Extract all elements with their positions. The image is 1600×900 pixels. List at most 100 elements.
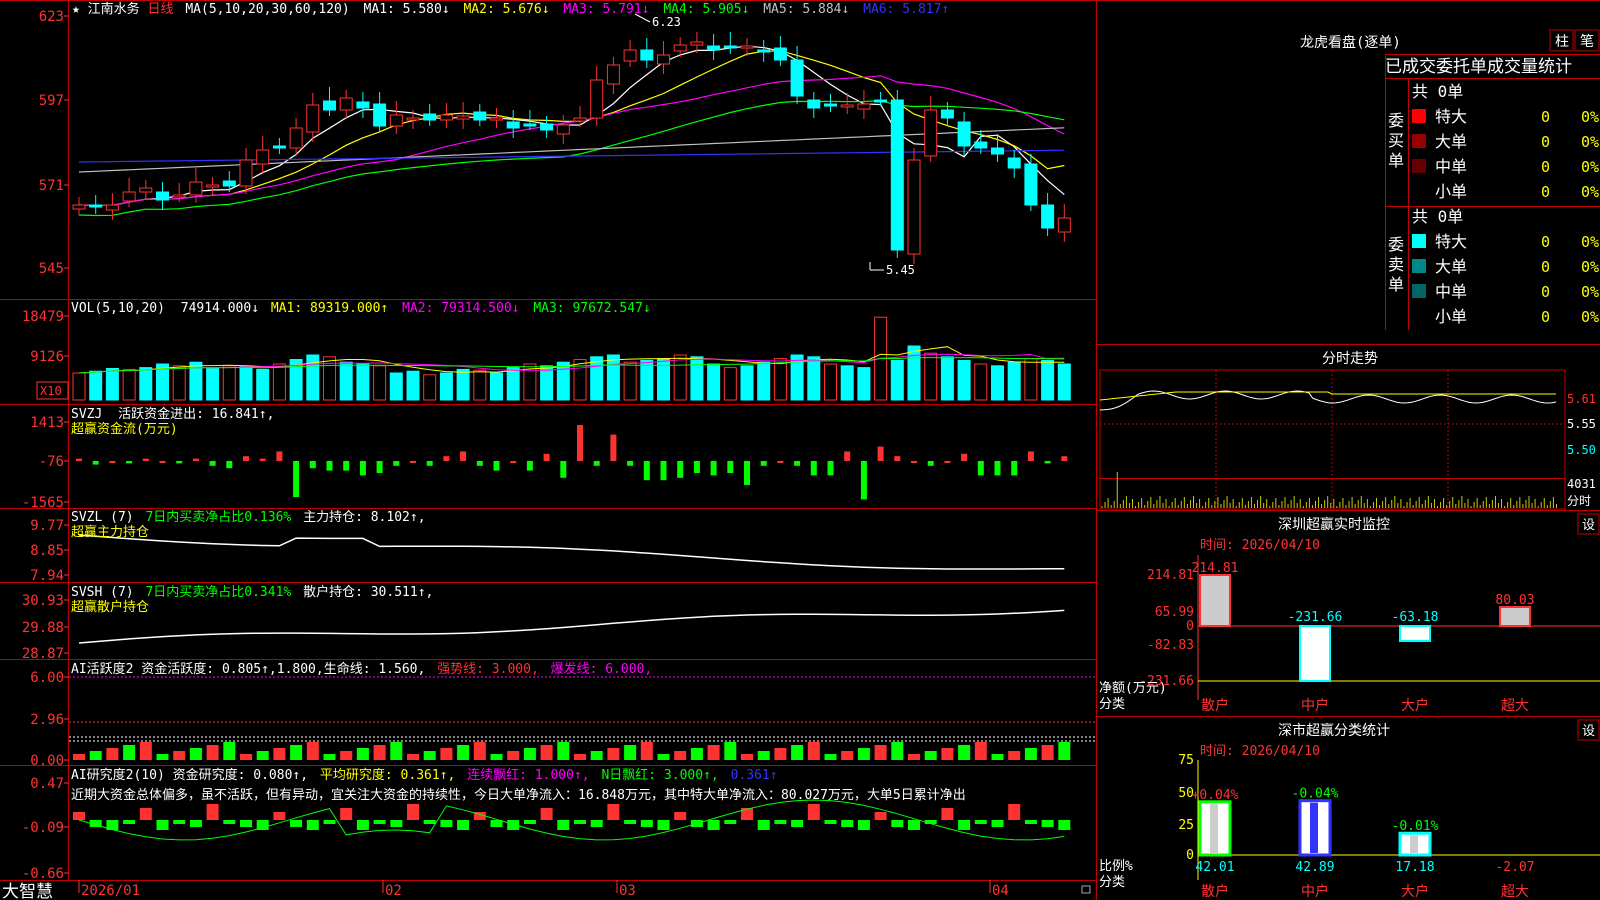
- volume-bar: [673, 354, 687, 401]
- activity-bar: [924, 751, 937, 760]
- activity-bar: [891, 742, 904, 760]
- research-bar: [223, 820, 236, 824]
- volume-bar: [356, 363, 370, 401]
- candle-body: [673, 44, 687, 52]
- svsh-panel[interactable]: [78, 609, 1065, 644]
- bar-mode-label: 柱: [1555, 34, 1569, 50]
- candle-body: [723, 45, 737, 49]
- research-bar: [991, 820, 1004, 827]
- svzj-panel[interactable]: [76, 425, 1068, 500]
- main-chart-canvas[interactable]: 623 597 571 545 ★ 江南水务 日线 MA(5,10,20,30,60,…: [0, 0, 1600, 900]
- sz-axis-label: 214.81: [1147, 568, 1194, 583]
- ai-activity-panel[interactable]: [69, 676, 1096, 760]
- ai2-label: AI研究度2(10) 资金研究度: 0.080↑,: [71, 767, 308, 783]
- svzl-axis: 9.77 8.85 7.94: [30, 518, 69, 584]
- volume-bar: [239, 366, 253, 401]
- activity-bar: [306, 742, 319, 760]
- fund-flow-bar: [326, 461, 333, 471]
- research-bar: [340, 808, 353, 820]
- activity-bar: [640, 742, 653, 760]
- research-bar: [156, 820, 169, 830]
- buy-label: 委买单: [1388, 111, 1404, 170]
- candle-body: [222, 180, 236, 187]
- fund-flow-bar: [460, 451, 467, 461]
- sz-axis-label: 净额(万元): [1099, 681, 1167, 696]
- fund-flow-bar: [577, 425, 583, 461]
- price-panel[interactable]: [72, 32, 1071, 264]
- svzl-panel[interactable]: [78, 534, 1065, 570]
- volume-panel[interactable]: [72, 316, 1071, 401]
- research-bar: [189, 820, 202, 827]
- sz-axis-label: 65.99: [1155, 605, 1194, 620]
- candles: [72, 32, 1071, 264]
- sz-bar: [1499, 605, 1531, 627]
- sell-label: 委卖单: [1388, 235, 1404, 294]
- research-bar: [657, 820, 670, 830]
- class-stats-panel[interactable]: 深市超赢分类统计 设 时间: 2026/04/10 7550250 +0.04%…: [1099, 719, 1600, 900]
- date-label: 02: [385, 883, 402, 899]
- sz-bar-category: 超大: [1501, 698, 1529, 714]
- ai1-burst: 爆发线: 6.000,: [551, 661, 653, 677]
- candle-body: [206, 184, 220, 188]
- fund-flow-bar: [844, 451, 851, 461]
- activity-bar: [958, 745, 971, 760]
- research-bar: [774, 820, 787, 824]
- volume-bar: [707, 363, 721, 401]
- fund-flow-bar: [961, 453, 968, 461]
- ma2-value: MA2: 5.676↓: [463, 2, 549, 17]
- research-bar: [273, 812, 286, 820]
- activity-bar: [791, 745, 804, 760]
- buy-row-value: 0: [1541, 158, 1550, 176]
- lock-icon[interactable]: [1081, 885, 1091, 894]
- date-label: 2026/01: [81, 883, 140, 899]
- buy-row-value: 0: [1541, 183, 1550, 201]
- axis-label: 28.87: [22, 646, 64, 662]
- ai-research-axis: 0.47 -0.09 -0.66: [22, 776, 69, 882]
- candle-body: [373, 103, 387, 127]
- buy-row-name: 大单: [1435, 132, 1467, 151]
- price-header: ★ 江南水务 日线 MA(5,10,20,30,60,120) MA1: 5.5…: [72, 1, 949, 17]
- cls-bar-inner: [1310, 802, 1318, 853]
- sz-date: 时间: 2026/04/10: [1200, 538, 1320, 553]
- cls-title: 深市超赢分类统计: [1278, 722, 1390, 739]
- fund-flow-bar: [293, 461, 300, 497]
- intraday-panel[interactable]: 分时走势 5.61 5.55 5.50 4031 分时: [1099, 351, 1596, 510]
- fund-flow-bar: [710, 461, 717, 476]
- sz-realtime-panel[interactable]: 深圳超赢实时监控 设 时间: 2026/04/10 214.81 65.990 -8…: [1099, 513, 1600, 714]
- candle-body: [790, 59, 804, 97]
- activity-bar: [223, 742, 236, 760]
- cls-bar-value: -2.07: [1495, 860, 1534, 875]
- activity-bar: [256, 751, 269, 760]
- sell-row-swatch: [1412, 259, 1426, 273]
- research-bar: [624, 820, 637, 824]
- volume-bar: [957, 359, 971, 401]
- candle-body: [506, 121, 520, 129]
- candle-body: [423, 113, 437, 121]
- activity-bar: [106, 748, 119, 760]
- volume-bar: [690, 356, 704, 401]
- activity-bar: [724, 742, 737, 760]
- date-axis: 2026/01 02 03 04: [78, 880, 1009, 899]
- vol-ma1: MA1: 89319.000↑: [271, 301, 388, 316]
- svsh-label: SVSH (7): [71, 585, 134, 600]
- svzj-label: SVZJ: [71, 407, 102, 422]
- candle-body: [740, 45, 754, 49]
- fund-flow-bar: [209, 461, 216, 466]
- buy-row-value: 0: [1541, 133, 1550, 151]
- cls-axis: 7550250: [1178, 753, 1600, 880]
- buy-row-percent: 0%: [1581, 183, 1599, 201]
- fund-flow-bar: [911, 461, 917, 463]
- volume-header: VOL(5,10,20) 74914.000↓ MA1: 89319.000↑ …: [71, 301, 651, 316]
- candle-body: [456, 115, 470, 120]
- volume-bar: [1041, 359, 1055, 401]
- sz-bars: 214.81 散户 -231.66 中户 -63.18 大户 80.03 超大: [1192, 561, 1535, 714]
- fund-flow-bar: [927, 461, 934, 466]
- buy-row-swatch: [1412, 134, 1426, 148]
- candle-body: [323, 100, 336, 111]
- ai-research-panel[interactable]: [73, 799, 1071, 841]
- cls-bar-category: 大户: [1401, 883, 1429, 900]
- fund-flow-bar: [560, 461, 567, 478]
- sz-title: 深圳超赢实时监控: [1278, 516, 1390, 533]
- buy-char-2: 买: [1388, 131, 1404, 150]
- fund-flow-bar: [109, 461, 116, 463]
